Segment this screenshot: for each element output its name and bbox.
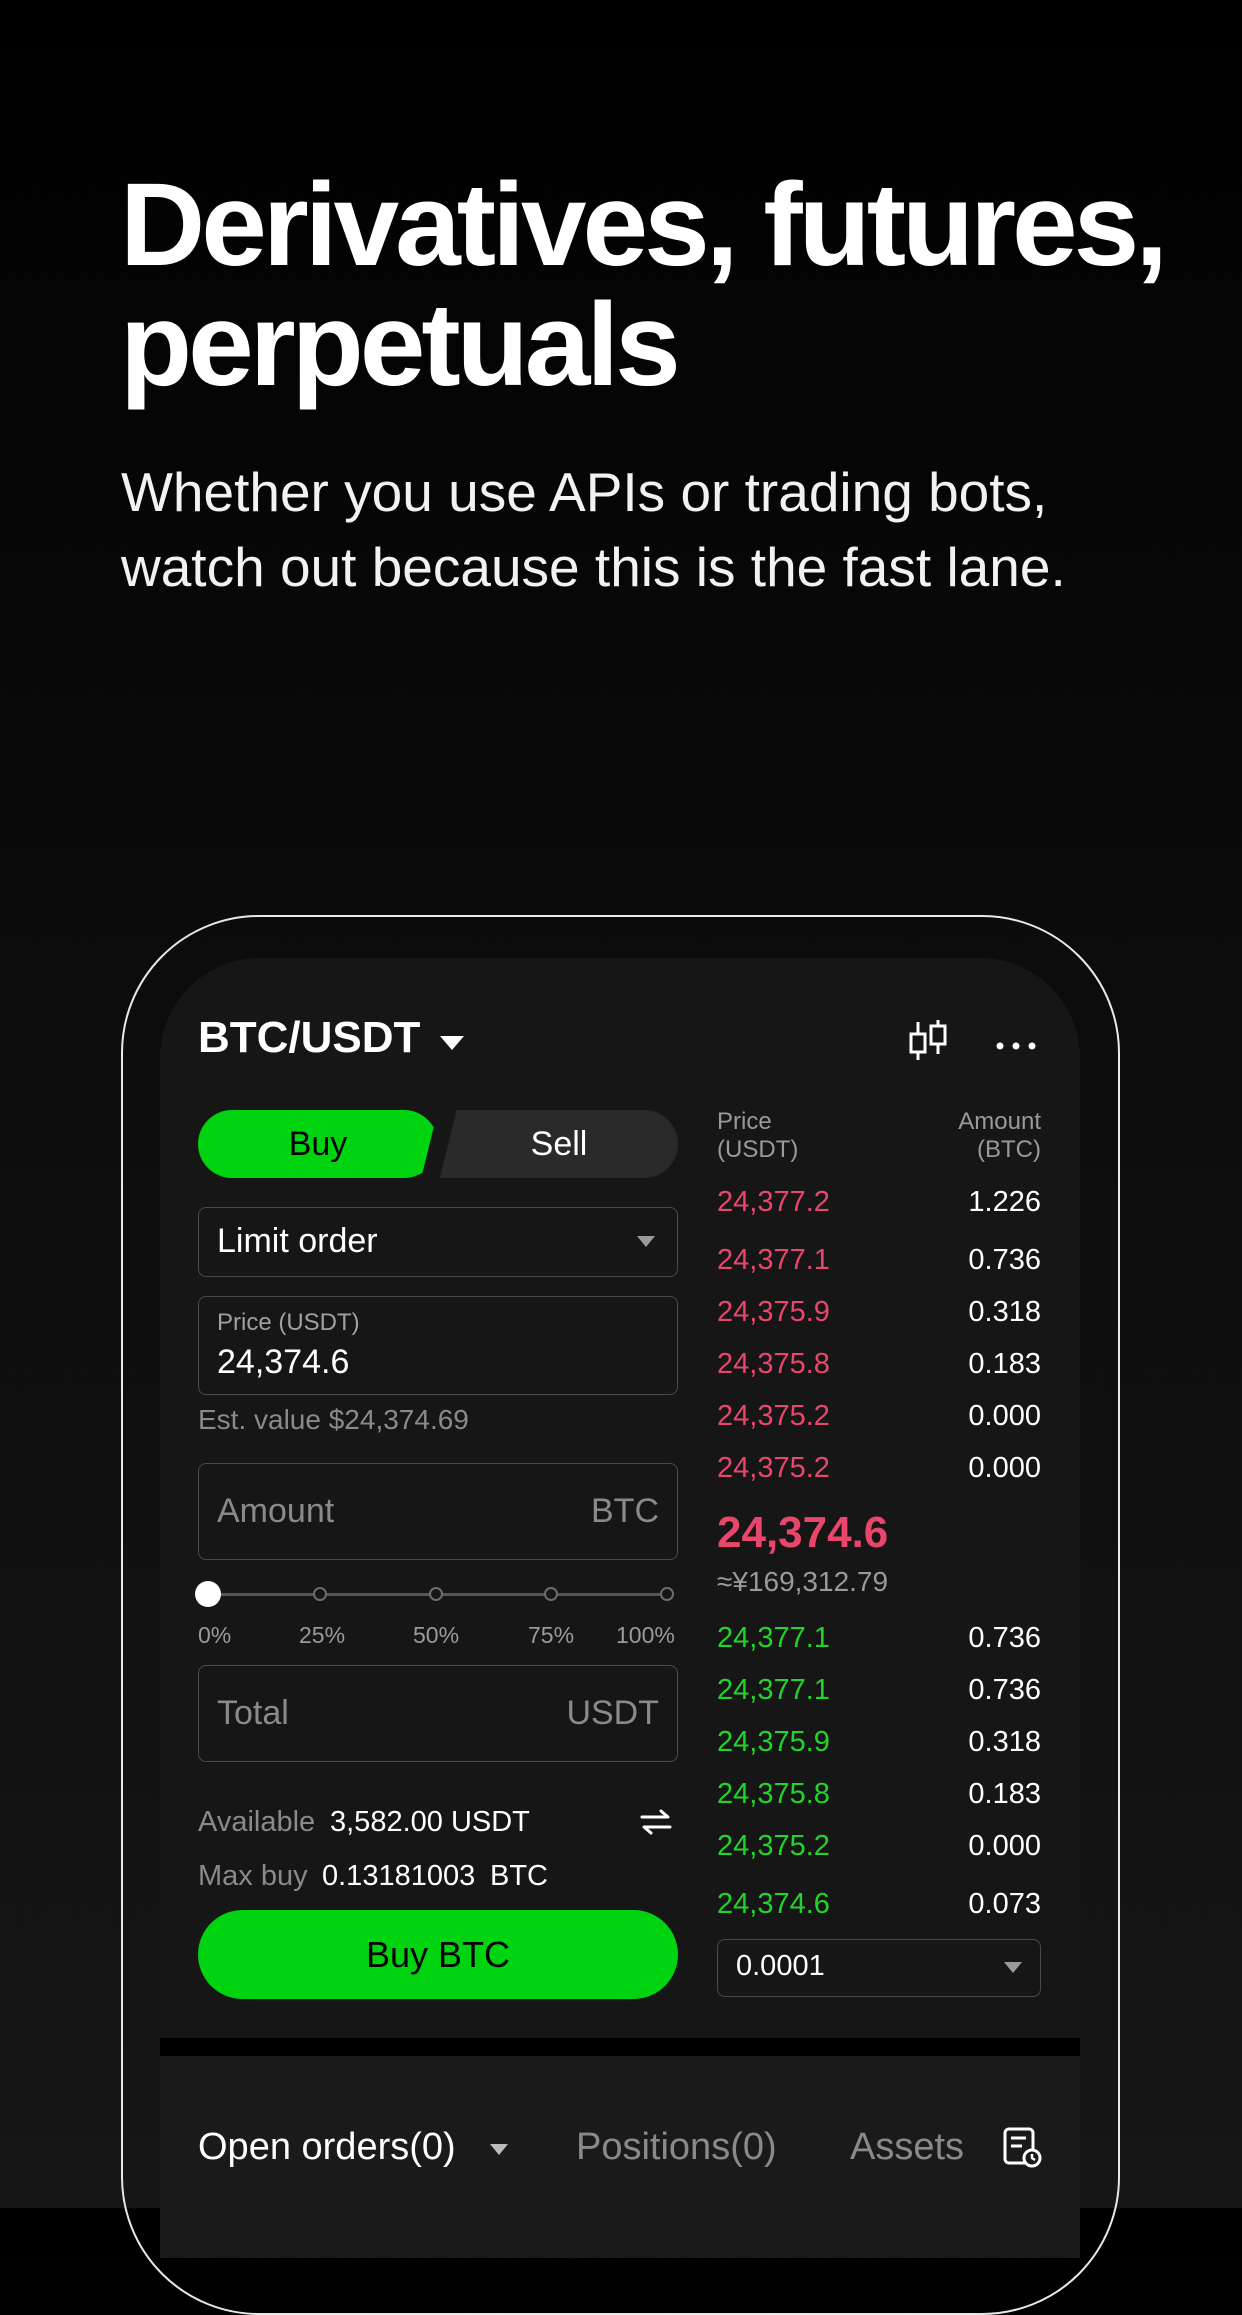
- tab-positions[interactable]: Positions(0): [576, 2126, 777, 2169]
- order-type-value: Limit order: [217, 1222, 378, 1260]
- tab-open-orders[interactable]: Open orders(0): [198, 2126, 456, 2169]
- hero-title-line-1: Derivatives, futures,: [120, 159, 1168, 291]
- ask-price[interactable]: 24,375.2: [717, 1452, 830, 1485]
- bid-price[interactable]: 24,375.2: [717, 1830, 830, 1863]
- hero-subtitle-line-1: Whether you use APIs or trading bots,: [121, 461, 1048, 523]
- ask-price[interactable]: 24,375.9: [717, 1296, 830, 1329]
- order-type-select[interactable]: Limit order: [198, 1207, 678, 1277]
- slider-tick-50[interactable]: [429, 1587, 443, 1601]
- ask-price[interactable]: 24,377.1: [717, 1244, 830, 1277]
- est-value: Est. value $24,374.69: [198, 1404, 469, 1435]
- candlestick-chart-icon[interactable]: [905, 1020, 951, 1067]
- ask-amount: 1.226: [968, 1186, 1041, 1218]
- slider-label-75: 75%: [528, 1622, 575, 1648]
- slider-tick-25[interactable]: [313, 1587, 327, 1601]
- trading-screen: BTC/USDT Buy Sell Limit order Price (USD…: [160, 958, 1080, 2258]
- bid-amount: 0.000: [968, 1830, 1041, 1862]
- buy-btc-button[interactable]: Buy BTC: [198, 1910, 678, 1999]
- tab-assets[interactable]: Assets: [850, 2126, 964, 2169]
- order-type-caret-icon: [637, 1236, 655, 1247]
- amount-unit: BTC: [591, 1492, 659, 1530]
- available-label: Available: [198, 1806, 316, 1838]
- bid-amount: 0.073: [968, 1888, 1041, 1920]
- bid-amount: 0.183: [968, 1778, 1041, 1810]
- pair-title: BTC/USDT: [198, 1013, 421, 1062]
- price-value: 24,374.6: [217, 1343, 350, 1381]
- tab-positions-label: Positions(0): [576, 2126, 777, 2168]
- price-label: Price (USDT): [217, 1309, 360, 1336]
- amount-header-line-2: (BTC): [977, 1136, 1041, 1163]
- bid-amount: 0.318: [968, 1726, 1041, 1758]
- ask-price[interactable]: 24,375.2: [717, 1400, 830, 1433]
- price-input[interactable]: Price (USDT) 24,374.6: [198, 1296, 678, 1395]
- maxbuy-unit: BTC: [490, 1860, 548, 1892]
- precision-value: 0.0001: [736, 1950, 825, 1982]
- section-divider: [160, 2038, 1080, 2056]
- order-history-icon[interactable]: [1002, 2126, 1042, 2173]
- ask-amount: 0.000: [968, 1400, 1041, 1432]
- bid-amount: 0.736: [968, 1674, 1041, 1706]
- sell-tab-button[interactable]: Sell: [440, 1110, 678, 1178]
- slider-label-100: 100%: [616, 1622, 675, 1648]
- available-value: 3,582.00 USDT: [330, 1806, 530, 1838]
- pair-selector[interactable]: BTC/USDT: [198, 1013, 420, 1063]
- ask-price[interactable]: 24,377.2: [717, 1186, 830, 1219]
- buy-tab-button[interactable]: Buy: [198, 1110, 438, 1178]
- ask-amount: 0.000: [968, 1452, 1041, 1484]
- sell-label: Sell: [530, 1124, 588, 1163]
- amount-header-line-1: Amount: [958, 1108, 1041, 1135]
- orderbook-price-header: Price (USDT): [717, 1108, 798, 1164]
- ask-amount: 0.736: [968, 1244, 1041, 1276]
- last-price-cny: ≈¥169,312.79: [717, 1566, 889, 1597]
- total-input[interactable]: Total USDT: [198, 1665, 678, 1762]
- hero-title-line-2: perpetuals: [120, 279, 681, 411]
- hero-subtitle-line-2: watch out because this is the fast lane.: [121, 536, 1066, 598]
- precision-select[interactable]: 0.0001: [717, 1939, 1041, 1997]
- amount-placeholder: Amount: [217, 1492, 335, 1530]
- more-options-icon[interactable]: [996, 1037, 1036, 1055]
- amount-slider[interactable]: 0% 25% 50% 75% 100%: [195, 1578, 678, 1648]
- bid-price[interactable]: 24,375.8: [717, 1778, 830, 1811]
- total-placeholder: Total: [217, 1694, 289, 1732]
- slider-tick-100[interactable]: [660, 1587, 674, 1601]
- ask-amount: 0.318: [968, 1296, 1041, 1328]
- slider-label-50: 50%: [413, 1622, 460, 1648]
- open-orders-caret-icon[interactable]: [490, 2144, 508, 2155]
- slider-handle[interactable]: [195, 1581, 221, 1607]
- maxbuy-label: Max buy: [198, 1860, 308, 1892]
- bid-price[interactable]: 24,377.1: [717, 1622, 830, 1655]
- bid-price[interactable]: 24,375.9: [717, 1726, 830, 1759]
- tab-open-orders-label: Open orders(0): [198, 2126, 456, 2168]
- price-header-line-1: Price: [717, 1108, 772, 1135]
- maxbuy-value: 0.13181003: [322, 1860, 476, 1892]
- buy-btc-label: Buy BTC: [365, 1933, 511, 1975]
- transfer-icon[interactable]: [640, 1808, 672, 1841]
- tab-assets-label: Assets: [850, 2126, 965, 2168]
- buy-label: Buy: [288, 1124, 348, 1163]
- bid-amount: 0.736: [968, 1622, 1041, 1654]
- ask-amount: 0.183: [968, 1348, 1041, 1380]
- total-unit: USDT: [566, 1694, 659, 1732]
- slider-label-25: 25%: [299, 1622, 346, 1648]
- bid-price[interactable]: 24,377.1: [717, 1674, 830, 1707]
- precision-caret-icon: [1004, 1962, 1022, 1973]
- slider-label-0: 0%: [198, 1622, 232, 1648]
- slider-tick-75[interactable]: [544, 1587, 558, 1601]
- hero-subtitle: Whether you use APIs or trading bots, wa…: [121, 455, 1201, 605]
- last-price: 24,374.6: [717, 1508, 889, 1557]
- hero-title: Derivatives, futures, perpetuals: [120, 165, 1200, 405]
- price-header-line-2: (USDT): [717, 1136, 799, 1163]
- bid-price[interactable]: 24,374.6: [717, 1888, 830, 1921]
- amount-input[interactable]: Amount BTC: [198, 1463, 678, 1560]
- pair-caret-icon[interactable]: [440, 1036, 464, 1050]
- orderbook-amount-header: Amount (BTC): [860, 1108, 1041, 1164]
- ask-price[interactable]: 24,375.8: [717, 1348, 830, 1381]
